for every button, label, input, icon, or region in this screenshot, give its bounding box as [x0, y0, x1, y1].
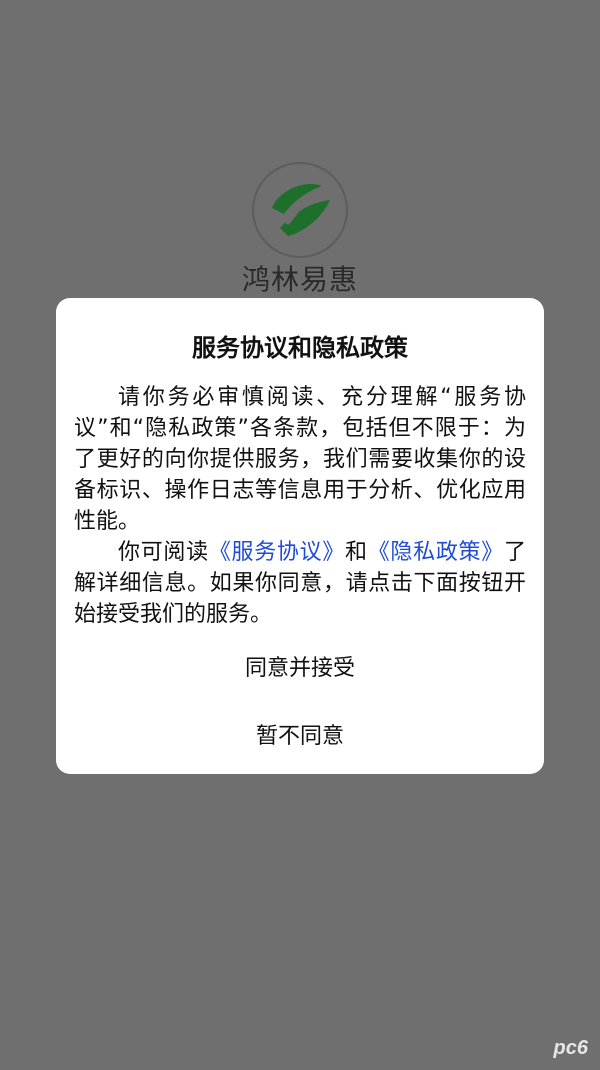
privacy-policy-link[interactable]: 《隐私政策》	[368, 540, 504, 565]
paragraph-2-text-and: 和	[345, 540, 368, 565]
service-agreement-link[interactable]: 《服务协议》	[209, 540, 345, 565]
dialog-paragraph-1: 请你务必审慎阅读、充分理解“服务协议”和“隐私政策”各条款，包括但不限于：为了更…	[74, 385, 526, 534]
watermark: pc6	[553, 1037, 588, 1059]
decline-button[interactable]: 暂不同意	[56, 718, 544, 750]
dialog-paragraph-2: 你可阅读《服务协议》和《隐私政策》了解详细信息。如果你同意，请点击下面按钮开始接…	[74, 537, 526, 630]
paragraph-2-text-before: 你可阅读	[118, 540, 209, 565]
leaf-logo-icon	[252, 162, 348, 258]
dialog-title: 服务协议和隐私政策	[192, 334, 408, 362]
privacy-dialog: 服务协议和隐私政策 请你务必审慎阅读、充分理解“服务协议”和“隐私政策”各条款，…	[56, 298, 544, 774]
agree-button[interactable]: 同意并接受	[56, 650, 544, 682]
app-name: 鸿林易惠	[241, 263, 358, 296]
dialog-body: 请你务必审慎阅读、充分理解“服务协议”和“隐私政策”各条款，包括但不限于：为了更…	[74, 382, 526, 630]
